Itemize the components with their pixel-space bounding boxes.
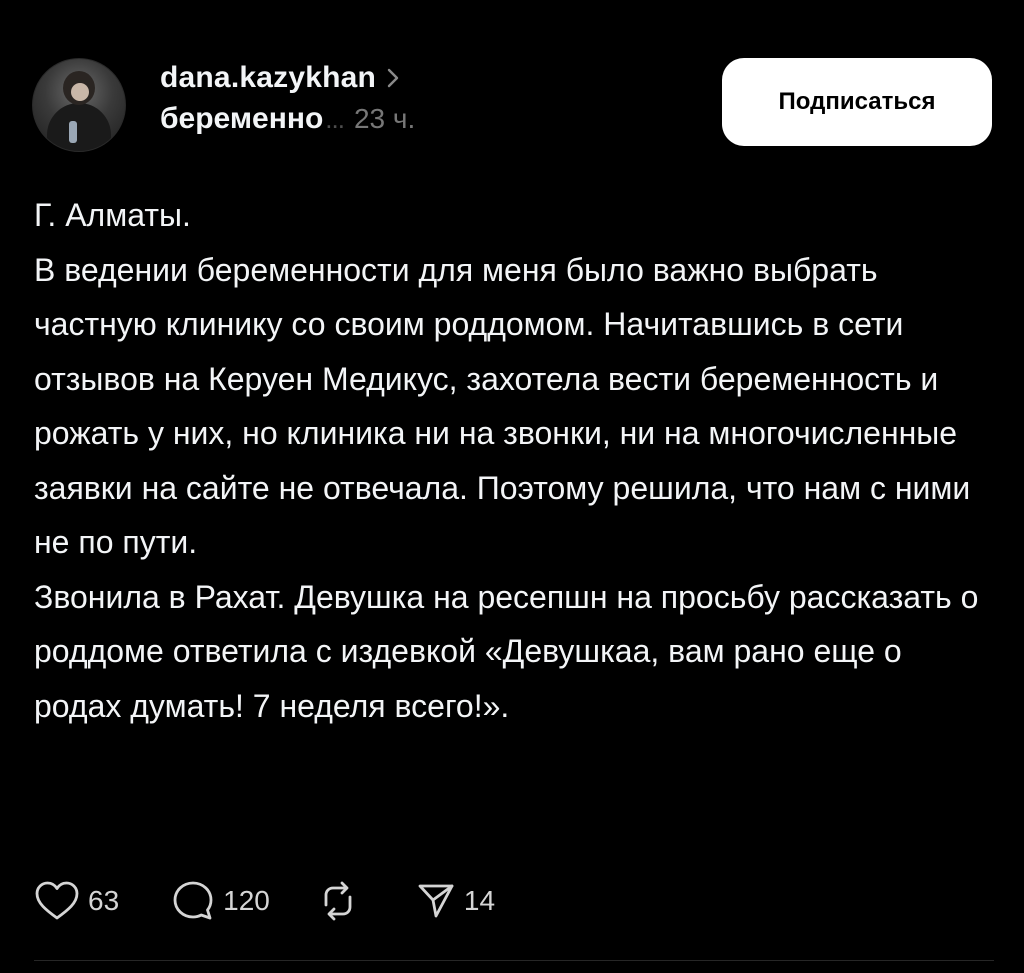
username-link[interactable]: dana.kazykhan (160, 58, 400, 98)
heart-icon (35, 881, 79, 920)
post-header: dana.kazykhan беременно ... 23 ч. Подпис… (32, 56, 992, 156)
like-count: 63 (88, 885, 120, 916)
share-count: 14 (463, 885, 496, 916)
post-actions: 63 120 14 (34, 878, 495, 924)
reply-button[interactable]: 120 (171, 879, 270, 923)
like-button[interactable]: 63 (34, 880, 119, 922)
share-button[interactable]: 14 (416, 880, 495, 922)
repost-button[interactable] (316, 879, 360, 923)
post-paragraph-3: Звонила в Рахат. Девушка на ресепшн на п… (34, 578, 979, 724)
post-paragraph-1: Г. Алматы. (34, 197, 191, 233)
avatar[interactable] (32, 58, 126, 152)
comment-icon (173, 881, 213, 920)
post-paragraph-2: В ведении беременности для меня было важ… (34, 251, 971, 561)
follow-button[interactable]: Подписаться (722, 58, 992, 146)
reply-count: 120 (223, 885, 270, 916)
chevron-right-icon (387, 68, 399, 88)
post-timestamp: 23 ч. (353, 103, 416, 134)
thread-post: dana.kazykhan беременно ... 23 ч. Подпис… (0, 0, 1024, 973)
share-icon (418, 884, 454, 918)
post-body: Г. Алматы. В ведении беременности для ме… (34, 188, 994, 733)
avatar-bottle (69, 121, 77, 143)
avatar-figure-face (71, 83, 89, 101)
topic-ellipsis: ... (325, 104, 345, 134)
username[interactable]: dana.kazykhan (160, 61, 376, 95)
post-divider (34, 960, 994, 961)
avatar-figure-body (47, 103, 111, 151)
repost-icon (324, 881, 352, 921)
topic-tag[interactable]: беременно (160, 102, 323, 136)
post-meta: беременно ... 23 ч. (160, 102, 415, 136)
